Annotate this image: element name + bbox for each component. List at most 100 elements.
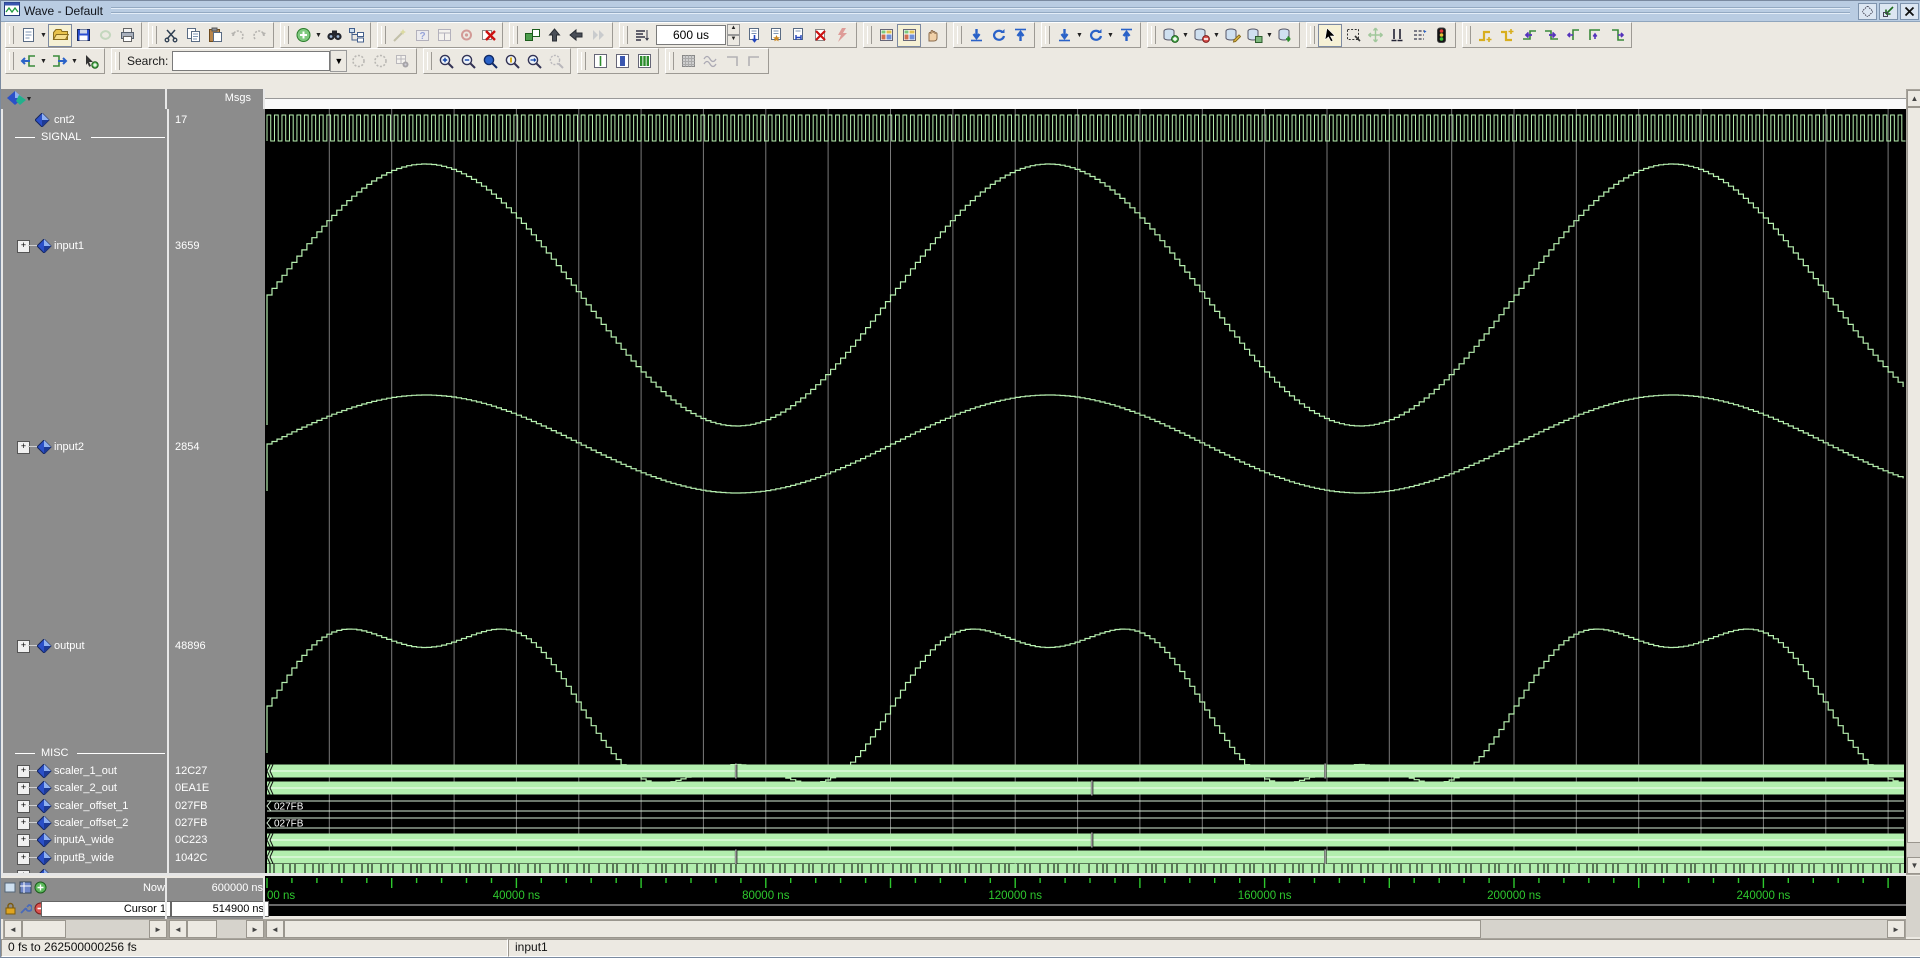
spin-down-icon[interactable]: ▼ <box>727 35 740 46</box>
db-save-button[interactable] <box>1243 25 1265 46</box>
any-edge-button[interactable] <box>1584 25 1606 46</box>
run-all-button[interactable] <box>765 25 787 46</box>
toolbar-grip[interactable] <box>867 26 872 44</box>
stop-button[interactable] <box>809 25 831 46</box>
signal-row-inputA_wide[interactable]: +inputA_wide0C223 <box>3 831 267 848</box>
toolbar-grip[interactable] <box>9 26 14 44</box>
stop-draw-button[interactable] <box>1430 25 1452 46</box>
scroll-thumb[interactable] <box>284 920 1481 938</box>
close-button[interactable] <box>1900 3 1919 20</box>
edit-mode-button[interactable] <box>1408 25 1430 46</box>
signal-row-scaler_1_out[interactable]: +scaler_1_out12C27 <box>3 762 267 779</box>
pan-hand-button[interactable] <box>921 25 943 46</box>
toggle-grid-button[interactable] <box>633 51 655 72</box>
expand-icon[interactable]: + <box>17 817 30 830</box>
cursor-pane[interactable]: Now 600000 ns Cursor 1 514900 ns <box>1 878 265 919</box>
reload-button[interactable] <box>94 25 116 46</box>
prev-transition-button[interactable] <box>1115 25 1137 46</box>
search-dropdown-icon[interactable]: ▼ <box>330 50 347 72</box>
zoom-select-button[interactable] <box>545 51 567 72</box>
toolbar-grip[interactable] <box>1310 26 1315 44</box>
next-rise-edge-button[interactable] <box>1540 25 1562 46</box>
expand-icon[interactable]: + <box>17 852 30 865</box>
expand-icon[interactable]: + <box>17 782 30 795</box>
scroll-thumb[interactable] <box>1907 107 1920 843</box>
scroll-right-icon[interactable]: ► <box>149 920 167 938</box>
help-grid-button[interactable]: ? <box>411 25 433 46</box>
add-button-caret-icon[interactable]: ▼ <box>314 25 323 46</box>
next-event-button[interactable] <box>965 25 987 46</box>
pan-mode-button[interactable] <box>1364 25 1386 46</box>
waveform-canvas[interactable]: 027FB027FB <box>265 109 1906 873</box>
toolbar-grip[interactable] <box>669 52 674 70</box>
expand-icon[interactable]: + <box>17 441 30 454</box>
cursor-mode-button[interactable] <box>1386 25 1408 46</box>
find-prev-button[interactable] <box>369 51 391 72</box>
add-pos-edge-button[interactable] <box>1474 25 1496 46</box>
names-scrollbar[interactable]: ◄ ► <box>3 919 168 939</box>
zoom-out-button[interactable] <box>457 51 479 72</box>
scroll-left-icon[interactable]: ◄ <box>266 920 284 938</box>
toggle-values-button[interactable] <box>611 51 633 72</box>
find-next-button[interactable] <box>347 51 369 72</box>
print-button[interactable] <box>116 25 138 46</box>
compare-button[interactable] <box>699 51 721 72</box>
break-button[interactable] <box>831 25 853 46</box>
corner-b-button[interactable] <box>743 51 765 72</box>
zoom-cursor-button[interactable] <box>501 51 523 72</box>
save-button[interactable] <box>72 25 94 46</box>
signal-row-input2[interactable]: +input22854 <box>3 438 267 455</box>
group-divider[interactable]: SIGNAL <box>3 129 267 146</box>
toolbar-grip[interactable] <box>115 52 120 70</box>
pattern-button[interactable] <box>677 51 699 72</box>
move-up-button[interactable] <box>543 25 565 46</box>
toolbar-grip[interactable] <box>623 26 628 44</box>
cursor-row[interactable]: Cursor 1 514900 ns <box>1 899 265 919</box>
red-gear-button[interactable] <box>455 25 477 46</box>
add-pointer-button[interactable] <box>79 51 101 72</box>
toolbar-grip[interactable] <box>1151 26 1156 44</box>
wand-button[interactable] <box>389 25 411 46</box>
corner-a-button[interactable] <box>721 51 743 72</box>
memory-grid-button[interactable] <box>433 25 455 46</box>
expand-icon[interactable]: + <box>17 640 30 653</box>
title-bar[interactable]: Wave - Default <box>1 1 1920 22</box>
db-add-button-caret-icon[interactable]: ▼ <box>1181 25 1190 46</box>
column-separator[interactable] <box>167 109 169 876</box>
db-add-button[interactable] <box>1159 25 1181 46</box>
expand-icon[interactable]: + <box>17 240 30 253</box>
signal-row-scaler_offset_2[interactable]: +scaler_offset_2027FB <box>3 814 267 831</box>
toolbar-grip[interactable] <box>427 52 432 70</box>
values-scrollbar[interactable]: ◄ ► <box>168 919 265 939</box>
dock-button[interactable] <box>1858 3 1877 20</box>
next-signal-button[interactable] <box>48 51 70 72</box>
undock-button[interactable] <box>1879 3 1898 20</box>
run-length-spinner[interactable]: ▲▼ <box>727 24 740 46</box>
search-options-button[interactable] <box>391 51 413 72</box>
toolbar-grip[interactable] <box>1045 26 1050 44</box>
now-row[interactable]: Now 600000 ns <box>1 878 265 898</box>
layout-grid-button[interactable] <box>875 25 897 46</box>
redo-button[interactable] <box>248 25 270 46</box>
new-document-button[interactable] <box>17 25 39 46</box>
layout-grid2-button[interactable] <box>897 24 921 47</box>
zoom-mode-button[interactable] <box>1342 25 1364 46</box>
wave-scrollbar[interactable]: ◄ ► <box>265 919 1906 939</box>
db-remove-button-caret-icon[interactable]: ▼ <box>1212 25 1221 46</box>
signal-row-scaler_2_out[interactable]: +scaler_2_out0EA1E <box>3 779 267 796</box>
next-transition-button[interactable] <box>1053 25 1075 46</box>
cut-button[interactable] <box>160 25 182 46</box>
signal-row-scaler_offset_1[interactable]: +scaler_offset_1027FB <box>3 797 267 814</box>
toolbar-grip[interactable] <box>381 26 386 44</box>
select-mode-button[interactable] <box>1318 24 1342 47</box>
scroll-down-icon[interactable]: ▼ <box>1907 857 1920 874</box>
repeat-run-button-caret-icon[interactable]: ▼ <box>1106 25 1115 46</box>
copy-button[interactable] <box>182 25 204 46</box>
rerun-button[interactable] <box>987 25 1009 46</box>
db-export-button[interactable] <box>1274 25 1296 46</box>
db-remove-button[interactable] <box>1190 25 1212 46</box>
add-neg-edge-button[interactable] <box>1496 25 1518 46</box>
expand-icon[interactable]: + <box>17 765 30 778</box>
continue-button[interactable] <box>787 25 809 46</box>
search-input[interactable] <box>172 51 330 71</box>
